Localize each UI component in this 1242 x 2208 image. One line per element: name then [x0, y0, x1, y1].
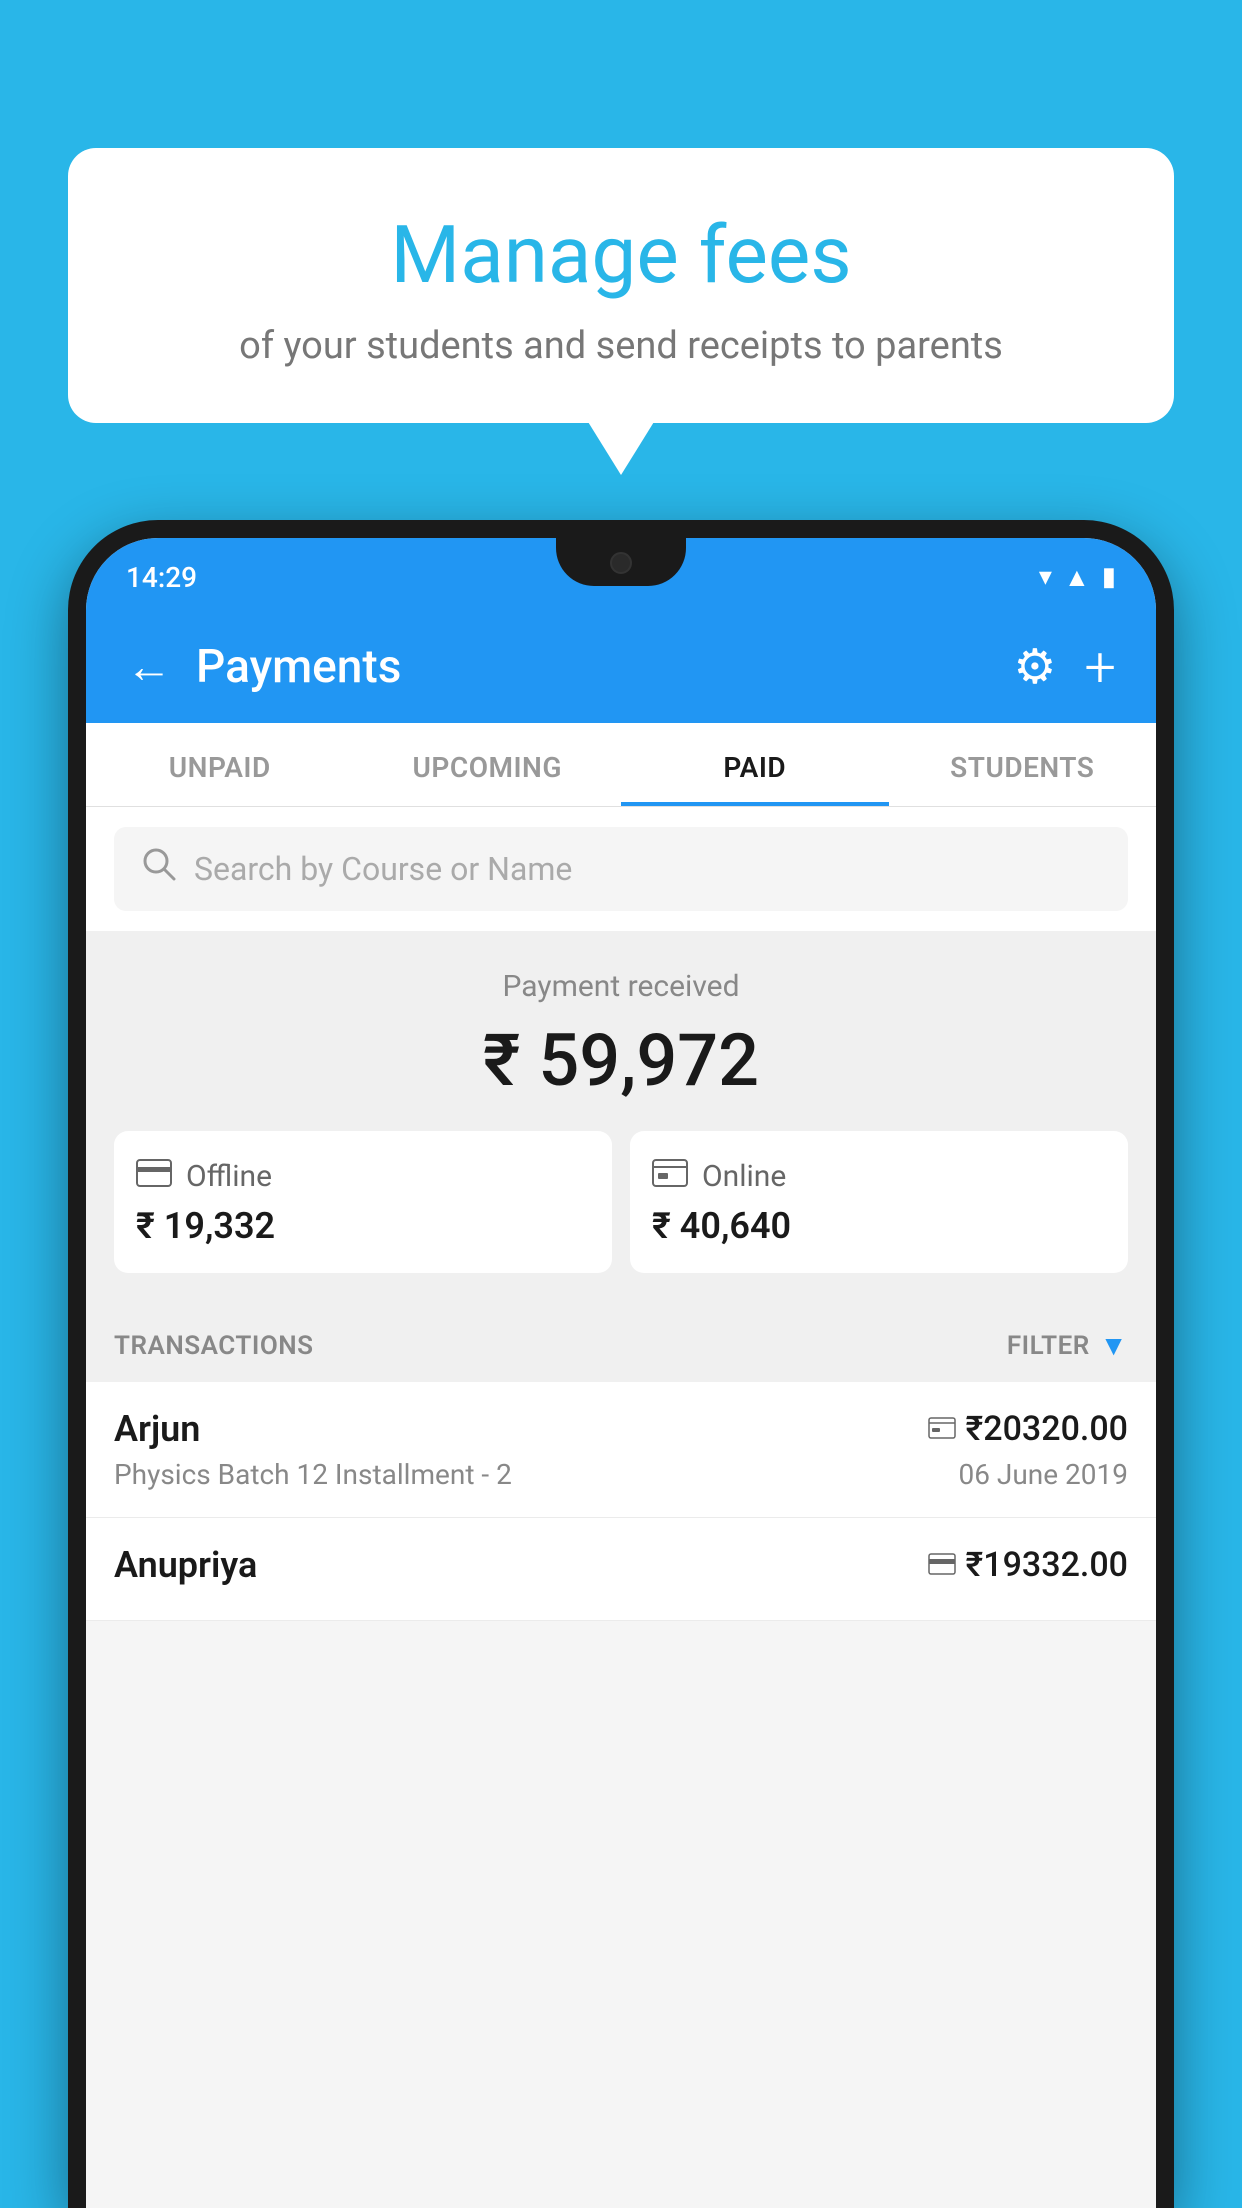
offline-card: Offline ₹ 19,332 [114, 1131, 612, 1273]
search-bar[interactable]: Search by Course or Name [114, 827, 1128, 911]
payment-cards: Offline ₹ 19,332 Online [114, 1131, 1128, 1273]
transaction-row-top: Arjun ₹20320.00 [114, 1408, 1128, 1450]
transaction-row-bottom: Physics Batch 12 Installment - 2 06 June… [114, 1458, 1128, 1491]
tab-unpaid[interactable]: UNPAID [86, 723, 354, 806]
filter-label: FILTER [1007, 1331, 1090, 1361]
transactions-label: TRANSACTIONS [114, 1331, 314, 1361]
payment-total: ₹ 59,972 [114, 1018, 1128, 1103]
online-icon [652, 1157, 688, 1195]
app-header: ← Payments ⚙ + [86, 616, 1156, 723]
speech-bubble-subtitle: of your students and send receipts to pa… [118, 324, 1124, 368]
filter-icon: ▼ [1100, 1329, 1128, 1362]
offline-card-header: Offline [136, 1157, 590, 1195]
tabs-bar: UNPAID UPCOMING PAID STUDENTS [86, 723, 1156, 807]
online-amount: ₹ 40,640 [652, 1205, 1106, 1247]
transaction-type-icon [928, 1413, 956, 1446]
phone-inner: 14:29 ▾ ▲ ▮ ← Payments ⚙ + UNPAID U [86, 538, 1156, 2208]
tab-students[interactable]: STUDENTS [889, 723, 1157, 806]
battery-icon: ▮ [1102, 562, 1116, 592]
back-button[interactable]: ← [126, 644, 172, 690]
tab-paid[interactable]: PAID [621, 723, 889, 806]
transactions-header: TRANSACTIONS FILTER ▼ [86, 1305, 1156, 1382]
status-bar: 14:29 ▾ ▲ ▮ [86, 538, 1156, 616]
search-icon [142, 847, 176, 891]
online-card: Online ₹ 40,640 [630, 1131, 1128, 1273]
search-container: Search by Course or Name [86, 807, 1156, 931]
header-right: ⚙ + [1013, 638, 1116, 695]
add-icon[interactable]: + [1084, 639, 1116, 695]
phone-notch [556, 538, 686, 586]
status-time: 14:29 [126, 561, 197, 594]
payment-summary: Payment received ₹ 59,972 Offline ₹ 19,3… [86, 931, 1156, 1305]
status-icons: ▾ ▲ ▮ [1039, 562, 1116, 593]
tab-upcoming[interactable]: UPCOMING [354, 723, 622, 806]
offline-label: Offline [186, 1159, 272, 1194]
notch-camera [610, 552, 632, 574]
wifi-icon: ▾ [1039, 562, 1052, 592]
transaction-name: Anupriya [114, 1544, 257, 1586]
transaction-amount: ₹20320.00 [966, 1409, 1128, 1449]
speech-bubble-title: Manage fees [118, 208, 1124, 302]
search-placeholder: Search by Course or Name [194, 850, 572, 888]
filter-button[interactable]: FILTER ▼ [1007, 1329, 1128, 1362]
transaction-row[interactable]: Arjun ₹20320.00 Physics Batch 12 Install… [86, 1382, 1156, 1518]
speech-bubble: Manage fees of your students and send re… [68, 148, 1174, 423]
transaction-row-top: Anupriya ₹19332.00 [114, 1544, 1128, 1586]
online-label: Online [702, 1159, 786, 1194]
payment-received-label: Payment received [114, 969, 1128, 1004]
transaction-name: Arjun [114, 1408, 200, 1450]
transaction-course: Physics Batch 12 Installment - 2 [114, 1458, 512, 1491]
offline-amount: ₹ 19,332 [136, 1205, 590, 1247]
header-left: ← Payments [126, 640, 401, 694]
page-title: Payments [196, 640, 401, 694]
transaction-amount-wrapper: ₹20320.00 [928, 1409, 1128, 1449]
phone-frame: 14:29 ▾ ▲ ▮ ← Payments ⚙ + UNPAID U [68, 520, 1174, 2208]
online-card-header: Online [652, 1157, 1106, 1195]
transaction-type-icon-offline [928, 1549, 956, 1582]
signal-icon: ▲ [1064, 562, 1090, 593]
settings-icon[interactable]: ⚙ [1013, 638, 1056, 695]
transaction-amount-wrapper: ₹19332.00 [928, 1545, 1128, 1585]
transaction-amount: ₹19332.00 [966, 1545, 1128, 1585]
transaction-row[interactable]: Anupriya ₹19332.00 [86, 1518, 1156, 1621]
offline-icon [136, 1157, 172, 1195]
transaction-date: 06 June 2019 [958, 1458, 1128, 1491]
